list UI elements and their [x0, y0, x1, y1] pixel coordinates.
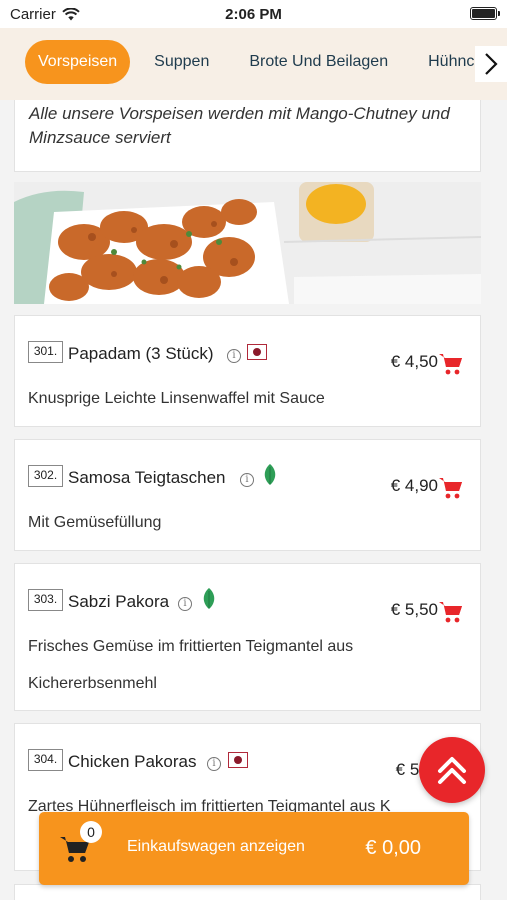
- item-number: 304.: [28, 749, 63, 771]
- status-bar: Carrier 2:06 PM: [0, 0, 507, 28]
- menu-item-card[interactable]: 301. Papadam (3 Stück) i € 4,50 Knusprig…: [14, 315, 481, 427]
- cart-count-badge: 0: [80, 821, 102, 843]
- category-tab-bar: Vorspeisen Suppen Brote Und Beilagen Hüh…: [0, 28, 507, 100]
- info-icon[interactable]: i: [178, 597, 192, 611]
- item-number: 301.: [28, 341, 63, 363]
- cart-total: € 0,00: [365, 837, 421, 859]
- non-veg-badge-icon: [247, 344, 267, 360]
- item-name: Samosa Teigtaschen: [68, 468, 226, 487]
- scroll-tabs-right-button[interactable]: [475, 46, 507, 82]
- item-name: Chicken Pakoras: [68, 752, 197, 771]
- battery-icon: [470, 7, 500, 20]
- info-icon[interactable]: i: [207, 757, 221, 771]
- double-chevron-up-icon: [438, 757, 466, 784]
- menu-item-card: [14, 884, 481, 900]
- cart-icon[interactable]: [438, 600, 464, 624]
- leaf-icon: [203, 588, 215, 609]
- view-cart-label: Einkaufswagen anzeigen: [127, 838, 305, 855]
- tab-brote-und-beilagen[interactable]: Brote Und Beilagen: [237, 40, 400, 84]
- cart-icon[interactable]: [438, 476, 464, 500]
- category-notice: Alle unsere Vorspeisen werden mit Mango-…: [14, 100, 481, 172]
- cart-icon[interactable]: [438, 352, 464, 376]
- item-number: 303.: [28, 589, 63, 611]
- scroll-to-top-button[interactable]: [419, 737, 485, 803]
- item-name: Sabzi Pakora: [68, 592, 170, 611]
- item-number: 302.: [28, 465, 63, 487]
- info-icon[interactable]: i: [227, 349, 241, 363]
- item-price: € 4,50: [390, 352, 438, 371]
- info-icon[interactable]: i: [240, 473, 254, 487]
- clock: 2:06 PM: [225, 6, 282, 23]
- chevron-right-icon: [485, 53, 498, 75]
- item-price: € 4,90: [390, 476, 438, 495]
- item-description: Frisches Gemüse im frittierten Teigmante…: [28, 638, 354, 692]
- tab-vorspeisen[interactable]: Vorspeisen: [25, 40, 131, 84]
- item-price: € 5,50: [390, 600, 438, 619]
- menu-item-card[interactable]: 303. Sabzi Pakora i € 5,50 Frisches Gemü…: [14, 563, 481, 711]
- leaf-icon: [264, 464, 276, 485]
- menu-item-card[interactable]: 302. Samosa Teigtaschen i € 4,90 Mit Gem…: [14, 439, 481, 551]
- item-description: Knusprige Leichte Linsenwaffel mit Sauce: [28, 390, 325, 407]
- item-name: Papadam (3 Stück): [68, 344, 214, 363]
- item-description: Mit Gemüsefüllung: [28, 514, 162, 531]
- view-cart-button[interactable]: 0 Einkaufswagen anzeigen € 0,00: [39, 812, 469, 885]
- non-veg-badge-icon: [228, 752, 248, 768]
- tab-suppen[interactable]: Suppen: [142, 40, 221, 84]
- category-banner-image: [14, 182, 481, 304]
